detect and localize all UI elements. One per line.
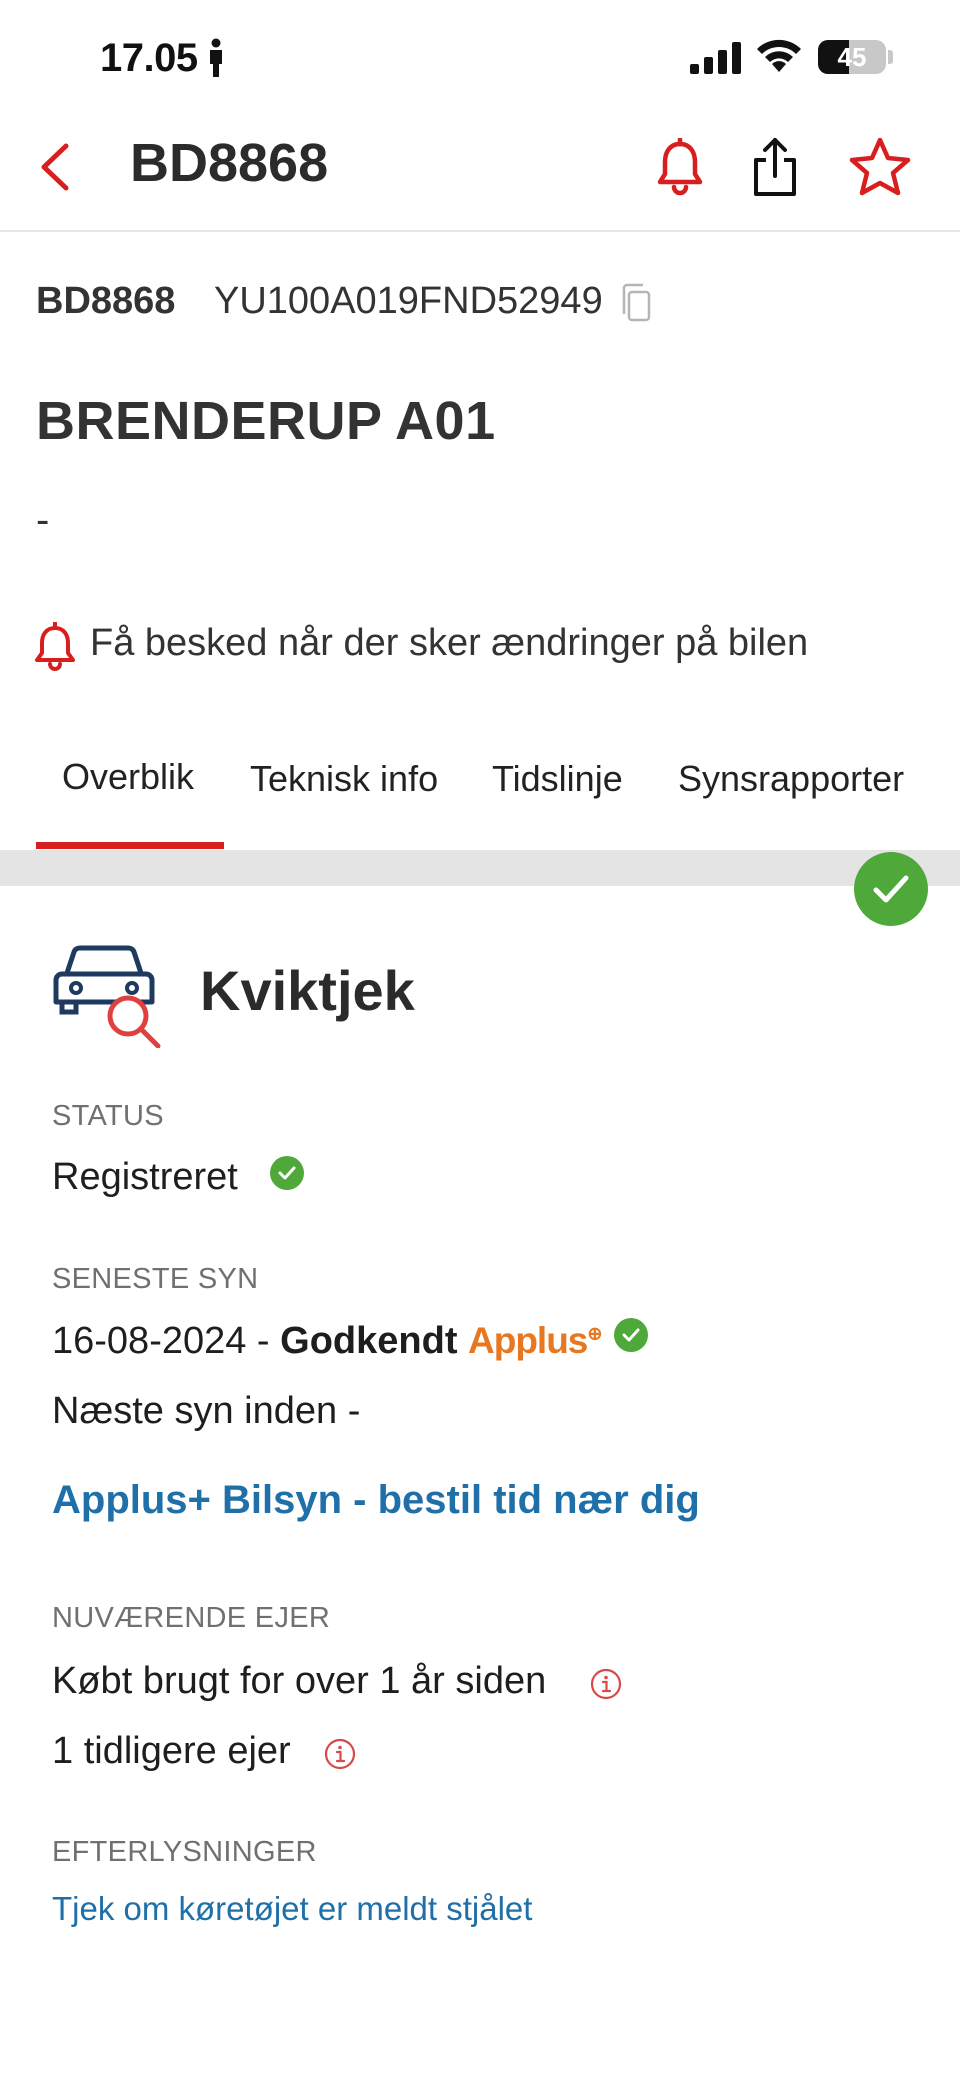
- stolen-check-link[interactable]: Tjek om køretøjet er meldt stjålet: [52, 1890, 532, 1928]
- vehicle-model: BRENDERUP A01: [36, 391, 496, 451]
- owner-label: NUVÆRENDE EJER: [52, 1602, 331, 1634]
- status-value: Registreret: [52, 1156, 238, 1198]
- notify-bell-icon[interactable]: [34, 622, 76, 672]
- inspection-date: 16-08-2024 -: [52, 1320, 281, 1362]
- applus-plus-icon: ⊕: [587, 1323, 602, 1344]
- inspection-label: SENESTE SYN: [52, 1263, 259, 1295]
- notify-link[interactable]: Få besked når der sker ændringer på bile…: [90, 622, 808, 665]
- inspection-result: Godkendt: [280, 1320, 458, 1362]
- active-tab-indicator: [36, 842, 224, 849]
- next-inspection: Næste syn inden -: [52, 1390, 361, 1432]
- tab-tidslinje[interactable]: Tidslinje: [492, 758, 623, 800]
- star-icon[interactable]: [848, 136, 912, 198]
- battery-icon: 45: [818, 40, 886, 74]
- back-chevron-icon[interactable]: [36, 140, 76, 194]
- card-title: Kviktjek: [200, 959, 415, 1022]
- page-title: BD8868: [130, 133, 329, 193]
- signal-icon: [690, 42, 741, 74]
- copy-icon[interactable]: [620, 282, 652, 324]
- info-icon[interactable]: [590, 1668, 622, 1700]
- inspection-line: 16-08-2024 - Godkendt: [52, 1320, 457, 1363]
- status-ok-icon: [270, 1156, 304, 1190]
- section-separator: [0, 850, 960, 886]
- person-icon: [210, 38, 222, 77]
- inspection-booking-link[interactable]: Applus+ Bilsyn - bestil tid nær dig: [52, 1478, 700, 1523]
- vehicle-variant: -: [36, 498, 50, 542]
- status-time: 17.05: [100, 36, 198, 80]
- tab-teknisk-info[interactable]: Teknisk info: [250, 758, 438, 800]
- owner-bought: Købt brugt for over 1 år siden: [52, 1660, 547, 1702]
- car-search-icon: [53, 945, 161, 1048]
- bell-icon[interactable]: [656, 138, 704, 196]
- applus-brand-text: Applus: [468, 1320, 588, 1361]
- vin-number: YU100A019FND52949: [214, 280, 603, 322]
- applus-logo: Applus⊕: [468, 1320, 602, 1362]
- wifi-icon: [757, 39, 801, 72]
- share-icon[interactable]: [748, 136, 802, 198]
- tab-overblik[interactable]: Overblik: [62, 756, 194, 798]
- inspection-ok-icon: [614, 1318, 648, 1352]
- info-icon[interactable]: [324, 1738, 356, 1770]
- check-badge-icon: [854, 852, 928, 926]
- owner-previous: 1 tidligere ejer: [52, 1730, 291, 1772]
- wanted-label: EFTERLYSNINGER: [52, 1836, 317, 1868]
- tab-synsrapporter[interactable]: Synsrapporter: [678, 758, 904, 800]
- battery-nub: [888, 50, 893, 64]
- license-plate: BD8868: [36, 280, 176, 322]
- status-label: STATUS: [52, 1100, 164, 1132]
- battery-level: 45: [837, 42, 867, 72]
- nav-divider: [0, 230, 960, 232]
